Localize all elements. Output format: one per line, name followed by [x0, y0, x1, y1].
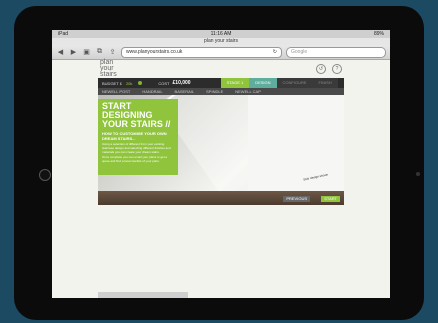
start-button[interactable]: START: [321, 196, 340, 202]
ipad-screen: iPad 11:16 AM 89% plan your stairs ◀ ▶ ▣…: [52, 30, 390, 298]
hero-subtitle-line-2: DREAM STAIRS...: [102, 136, 136, 141]
url-text: www.planyourstairs.co.uk: [126, 48, 183, 55]
logo-line-3: stairs: [100, 71, 117, 78]
browser-toolbar: ◀ ▶ ▣ ⧉ ⇪ www.planyourstairs.co.uk ↻ Goo…: [52, 45, 390, 60]
cost-value: £10,000: [172, 80, 191, 86]
tabs-icon[interactable]: ▣: [82, 49, 91, 56]
budget-label: BUDGET £: [102, 80, 122, 86]
clock: 11:16 AM: [210, 31, 232, 37]
cost-label: COST: [158, 80, 170, 86]
device-label: iPad: [58, 31, 69, 37]
help-icon[interactable]: ?: [332, 64, 342, 74]
menu-baserail[interactable]: BASERAIL: [175, 89, 195, 94]
reset-icon[interactable]: ↺: [316, 64, 326, 74]
menu-newell-post[interactable]: NEWELL POST: [102, 89, 130, 94]
hero-stair-image: START DESIGNING YOUR STAIRS // HOW TO CU…: [98, 95, 344, 205]
forward-icon[interactable]: ▶: [69, 49, 78, 56]
hero-subtitle: HOW TO CUSTOMISE YOUR OWN DREAM STAIRS..…: [102, 131, 174, 141]
menu-handrail[interactable]: HANDRAIL: [142, 89, 162, 94]
step-4-tab[interactable]: FINISH: [312, 78, 338, 88]
share-icon[interactable]: ⇪: [108, 49, 117, 56]
reload-icon[interactable]: ↻: [273, 48, 277, 57]
menu-newell-cap[interactable]: NEWELL CAP: [235, 89, 261, 94]
status-dot-icon: [138, 81, 143, 85]
hero-title: START DESIGNING YOUR STAIRS //: [102, 102, 174, 129]
budget-bar: BUDGET £ 20k COST £10,000 STAGE 1 DESIGN…: [98, 78, 344, 88]
battery-level: 89%: [373, 31, 384, 37]
home-button[interactable]: [39, 169, 51, 181]
hero-title-line-1: START DESIGNING: [102, 101, 153, 120]
hero-title-line-2: YOUR STAIRS //: [102, 119, 171, 129]
hero-paragraph-1: Using a selection of different from your…: [102, 142, 171, 154]
step-1-tab[interactable]: STAGE 1: [220, 78, 250, 88]
url-field[interactable]: www.planyourstairs.co.uk ↻: [121, 46, 282, 58]
site-logo[interactable]: plan your stairs: [100, 59, 117, 78]
step-2-tab[interactable]: DESIGN: [249, 78, 277, 88]
camera-dot: [416, 172, 420, 176]
stair-shape: [158, 95, 344, 205]
previous-button[interactable]: PREVIOUS: [283, 196, 310, 202]
site-header: plan your stairs ↺ ?: [52, 59, 390, 78]
hero-paragraph-2: Once complete you can email your plans t…: [102, 155, 168, 163]
status-bar: iPad 11:16 AM 89%: [52, 30, 390, 38]
search-field[interactable]: Google: [286, 46, 386, 58]
component-menu: NEWELL POST HANDRAIL BASERAIL SPINDLE NE…: [98, 88, 344, 95]
menu-spindle[interactable]: SPINDLE: [206, 89, 223, 94]
browser-title: plan your stairs: [52, 38, 390, 45]
thumbnail-strip: [98, 292, 188, 298]
back-icon[interactable]: ◀: [56, 49, 65, 56]
budget-value[interactable]: 20k: [126, 81, 132, 86]
header-icons: ↺ ?: [316, 64, 342, 74]
bookmarks-icon[interactable]: ⧉: [95, 48, 104, 56]
step-3-tab[interactable]: CONFIGURE: [276, 78, 313, 88]
intro-panel: START DESIGNING YOUR STAIRS // HOW TO CU…: [98, 99, 178, 175]
